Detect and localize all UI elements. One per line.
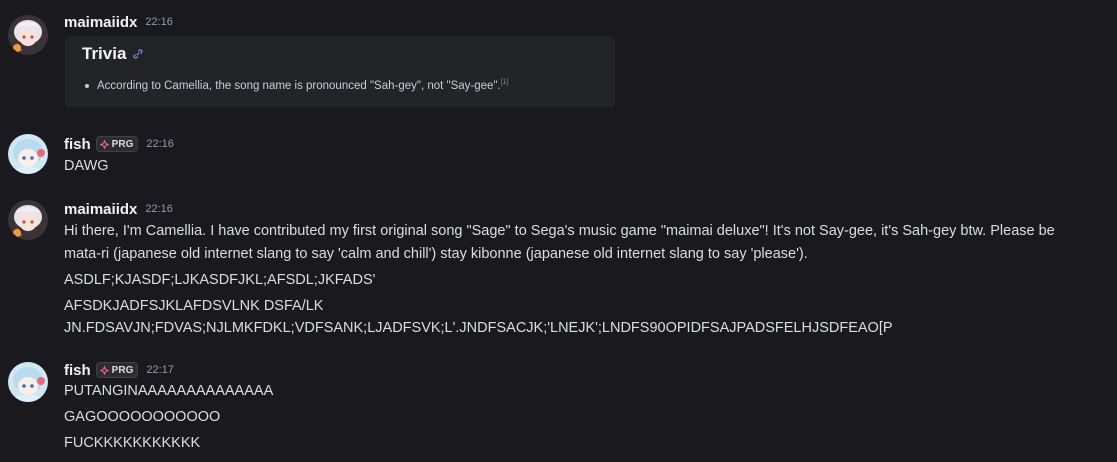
timestamp[interactable]: 22:17 <box>146 364 174 376</box>
avatar-maimaiidx[interactable] <box>8 15 48 55</box>
timestamp[interactable]: 22:16 <box>145 203 173 215</box>
message-text: AFSDKJADFSJKLAFDSVLNK DSFA/LK <box>64 298 324 314</box>
timestamp[interactable]: 22:16 <box>146 138 174 150</box>
embed-bullet-item: According to Camellia, the song name is … <box>85 79 509 92</box>
avatar-maimaiidx[interactable] <box>8 200 48 240</box>
guild-tag[interactable]: PRG <box>95 136 139 152</box>
username[interactable]: fish <box>64 136 91 153</box>
footnote-link[interactable]: [1] <box>501 79 509 86</box>
message-header: fish PRG 22:17 <box>64 360 174 380</box>
guild-tag-label: PRG <box>111 138 134 150</box>
message-text: mata-ri (japanese old internet slang to … <box>64 246 808 262</box>
message-text: FUCKKKKKKKKKKK <box>64 435 201 451</box>
link-icon[interactable] <box>133 44 143 64</box>
message-header: fish PRG 22:16 <box>64 134 174 154</box>
message-text: DAWG <box>64 158 109 174</box>
message-text: GAGOOOOOOOOOOO <box>64 409 221 425</box>
message-header: maimaiidx 22:16 <box>64 12 173 32</box>
message-text: PUTANGINAAAAAAAAAAAAAA <box>64 383 274 399</box>
guild-tag-label: PRG <box>111 364 134 376</box>
message-text: JN.FDSAVJN;FDVAS;NJLMKFDKL;VDFSANK;LJADF… <box>64 320 893 336</box>
embed-card: Trivia According to Camellia, the song n… <box>65 36 615 107</box>
avatar-fish[interactable] <box>8 362 48 402</box>
message-text: Hi there, I'm Camellia. I have contribut… <box>64 223 1055 239</box>
embed-bullet-text: According to Camellia, the song name is … <box>97 79 501 92</box>
message-text: ASDLF;KJASDF;LJKASDFJKL;AFSDL;JKFADS' <box>64 272 376 288</box>
guild-tag[interactable]: PRG <box>95 362 139 378</box>
username[interactable]: maimaiidx <box>64 201 137 218</box>
guild-tag-icon <box>99 139 110 149</box>
message-header: maimaiidx 22:16 <box>64 199 173 219</box>
username[interactable]: fish <box>64 362 91 379</box>
timestamp[interactable]: 22:16 <box>145 16 173 28</box>
embed-title: Trivia <box>82 44 143 64</box>
guild-tag-icon <box>99 365 110 375</box>
username[interactable]: maimaiidx <box>64 14 137 31</box>
embed-title-text: Trivia <box>82 44 127 63</box>
avatar-fish[interactable] <box>8 134 48 174</box>
